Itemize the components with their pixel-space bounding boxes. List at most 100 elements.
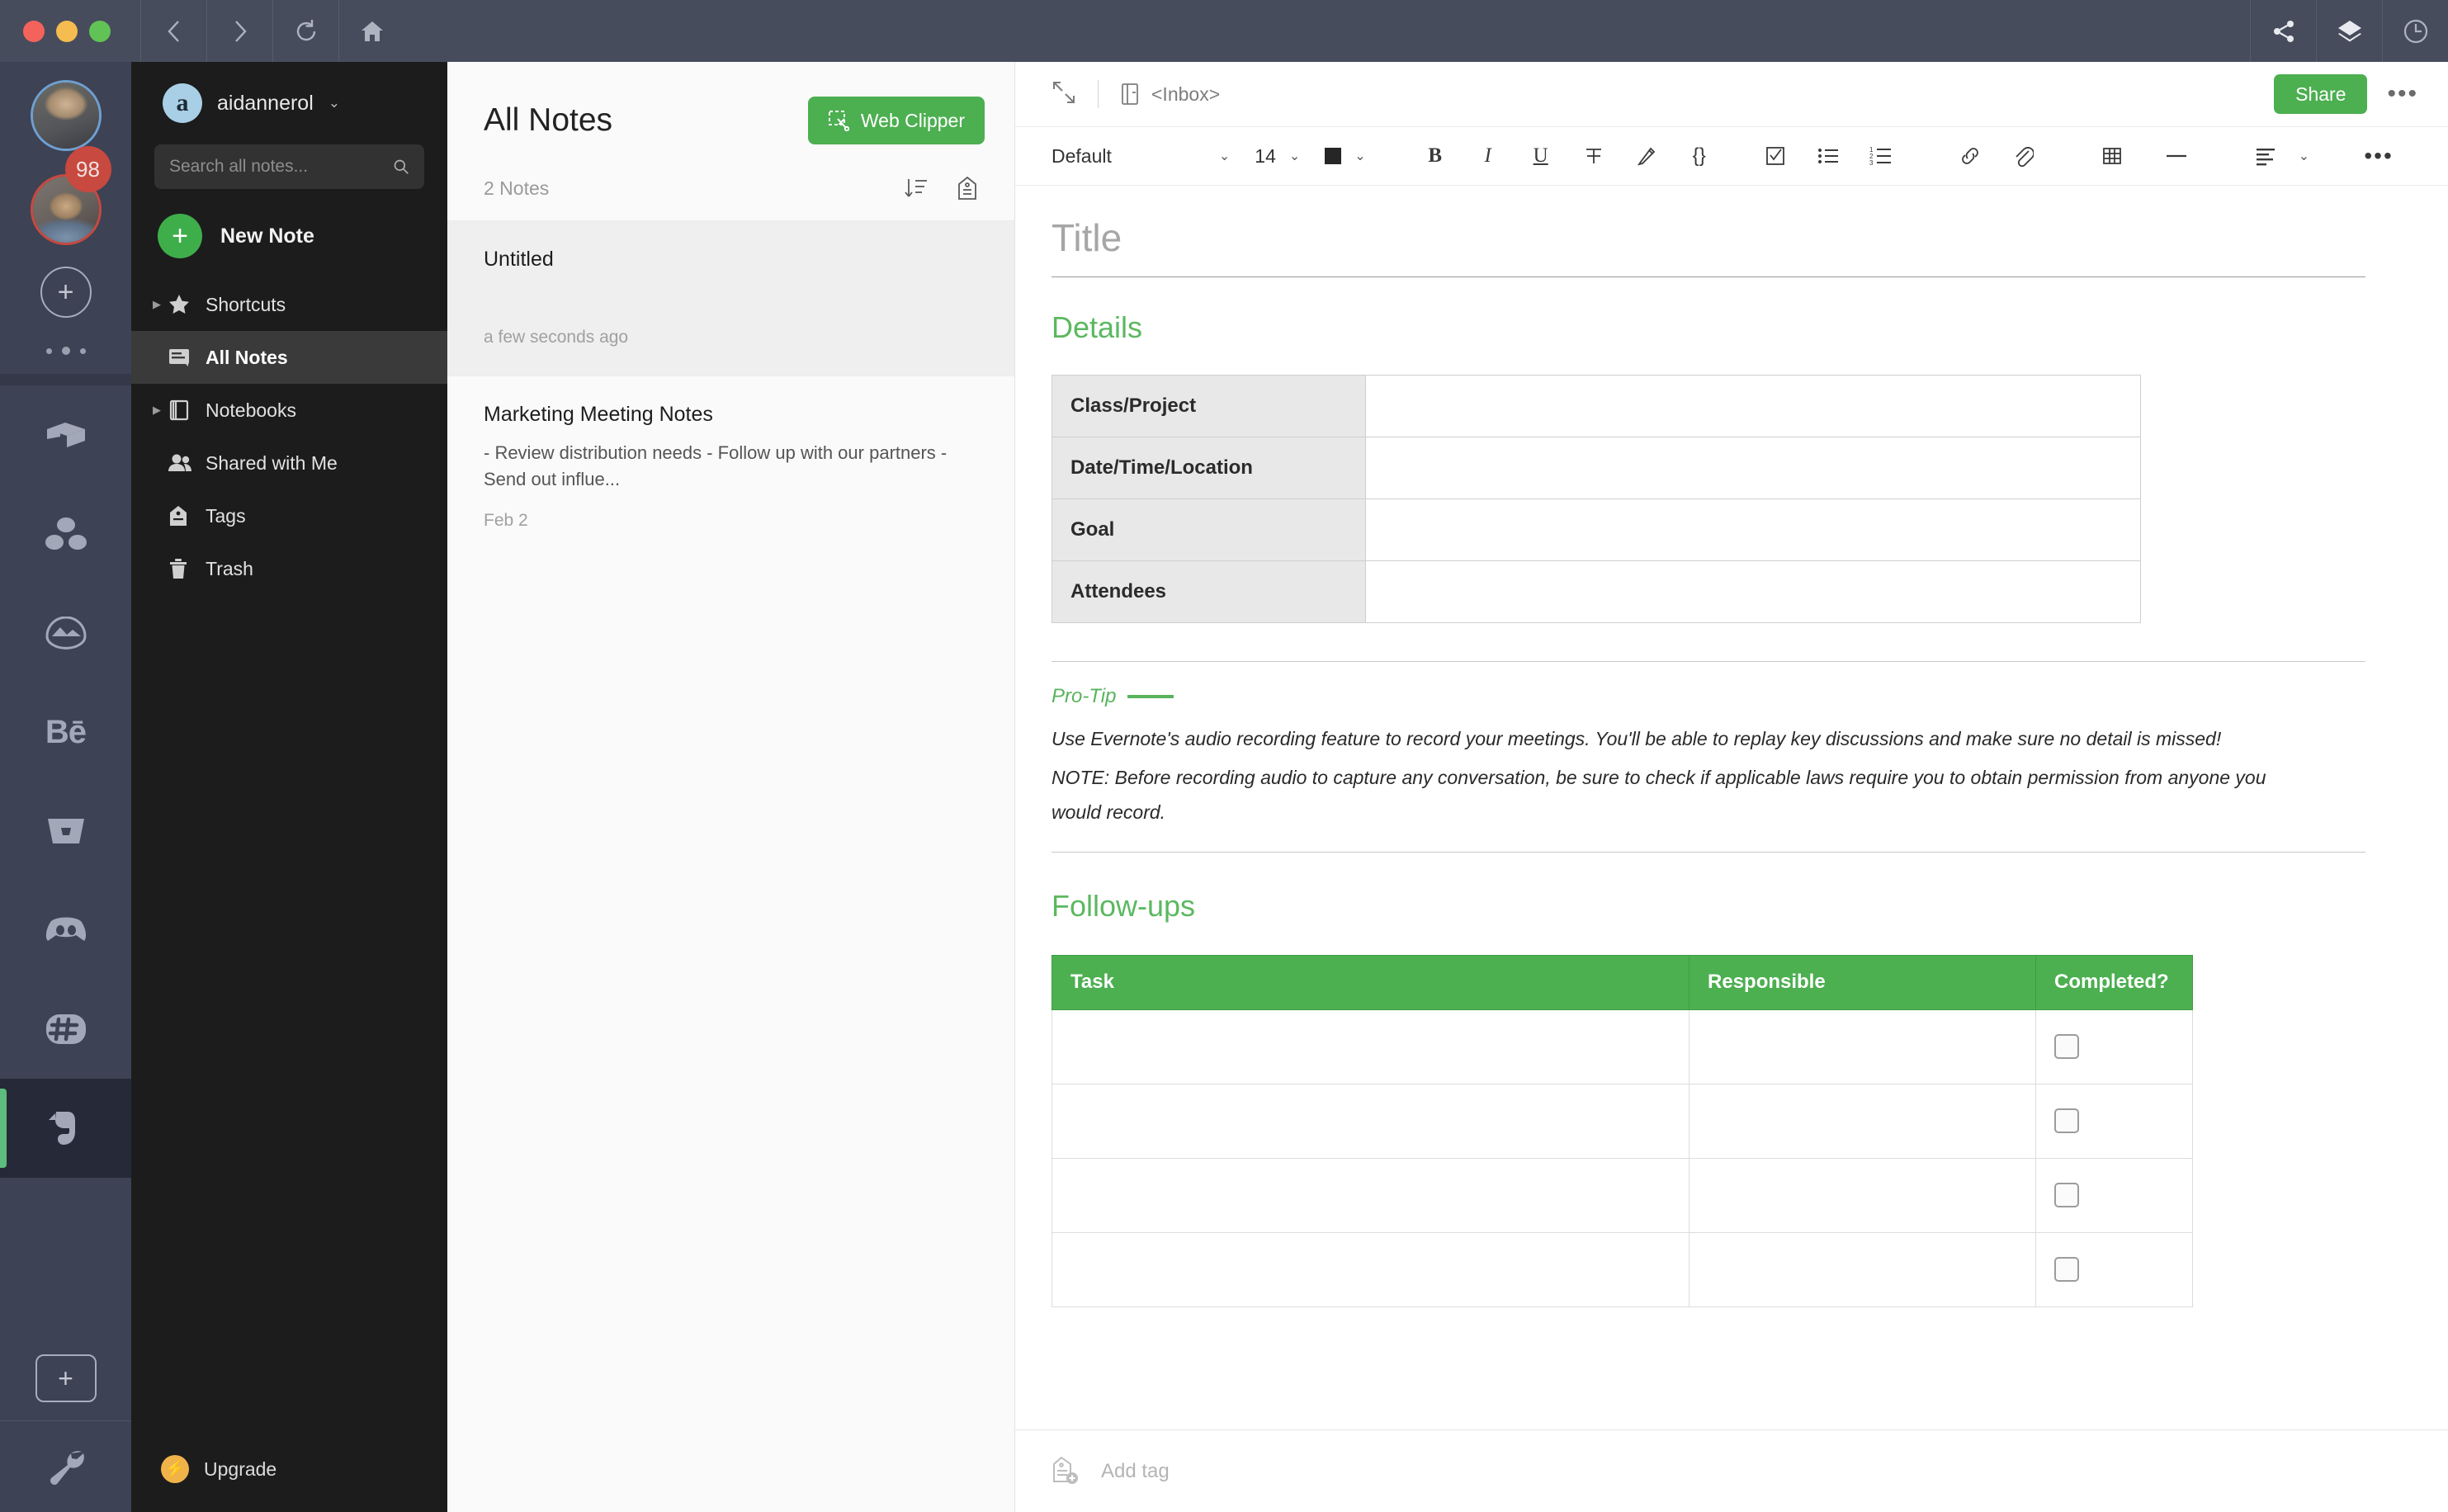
account-switcher[interactable]: a aidannerol ⌄: [131, 62, 447, 123]
sidebar-item-shared-with-me[interactable]: Shared with Me: [131, 437, 447, 489]
web-clipper-button[interactable]: Web Clipper: [807, 97, 985, 144]
bulleted-list-button[interactable]: [1808, 136, 1848, 176]
alignment-chevron-down-icon[interactable]: ⌄: [2299, 148, 2309, 164]
font-size-selector[interactable]: 14: [1255, 145, 1276, 168]
highlight-button[interactable]: [1627, 136, 1666, 176]
note-title-input[interactable]: Title: [1052, 215, 2365, 260]
completed-cell[interactable]: [2035, 1231, 2193, 1307]
checklist-button[interactable]: [1756, 136, 1795, 176]
close-window-button[interactable]: [23, 20, 45, 42]
note-title-row[interactable]: Title: [1052, 186, 2365, 277]
completed-cell[interactable]: [2035, 1157, 2193, 1233]
rail-app-behance[interactable]: Bē: [0, 683, 131, 782]
text-color-chevron-down-icon[interactable]: ⌄: [1354, 148, 1365, 164]
table-button[interactable]: [2092, 136, 2132, 176]
table-row: [1052, 1083, 2193, 1159]
expand-editor-button[interactable]: [1052, 80, 1076, 109]
more-profiles-dots[interactable]: [45, 343, 86, 359]
completed-checkbox[interactable]: [2054, 1257, 2079, 1283]
note-more-options-button[interactable]: •••: [2387, 82, 2418, 106]
link-button[interactable]: [1950, 136, 1990, 176]
chevron-down-icon: ⌄: [328, 95, 341, 111]
upgrade-label: Upgrade: [204, 1458, 277, 1480]
task-cell[interactable]: [1052, 1009, 1689, 1084]
details-value[interactable]: [1365, 560, 2141, 623]
notebook-selector[interactable]: <Inbox>: [1120, 83, 1220, 106]
completed-checkbox[interactable]: [2054, 1108, 2079, 1134]
rail-app-asana[interactable]: [0, 484, 131, 584]
font-size-chevron-down-icon[interactable]: ⌄: [1289, 148, 1300, 164]
list-item[interactable]: Untitled a few seconds ago: [447, 220, 1014, 376]
rail-app-basecamp[interactable]: [0, 782, 131, 881]
sidebar-item-tags[interactable]: Tags: [131, 489, 447, 542]
task-cell[interactable]: [1052, 1083, 1689, 1159]
trash-icon: [168, 557, 206, 580]
rail-app-dropbox[interactable]: [0, 385, 131, 484]
strikethrough-button[interactable]: [1574, 136, 1614, 176]
rail-app-slack[interactable]: [0, 980, 131, 1079]
details-value[interactable]: [1365, 437, 2141, 499]
add-tag-icon[interactable]: [1052, 1455, 1083, 1488]
sidebar-item-all-notes[interactable]: All Notes: [131, 331, 447, 384]
forward-button[interactable]: [207, 0, 272, 62]
horizontal-rule-button[interactable]: [2157, 136, 2196, 176]
details-value[interactable]: [1365, 375, 2141, 437]
responsible-cell[interactable]: [1689, 1157, 2036, 1233]
home-button[interactable]: [339, 0, 404, 62]
sort-descending-icon[interactable]: [904, 176, 929, 201]
add-profile-button[interactable]: +: [40, 267, 92, 318]
completed-checkbox[interactable]: [2054, 1034, 2079, 1060]
rail-app-evernote[interactable]: [0, 1079, 131, 1178]
add-tag-input[interactable]: [1101, 1459, 1431, 1483]
attachment-button[interactable]: [2003, 136, 2043, 176]
stack-button[interactable]: [2317, 0, 2382, 62]
settings-button[interactable]: [0, 1421, 131, 1512]
sidebar-item-trash[interactable]: Trash: [131, 542, 447, 595]
back-button[interactable]: [141, 0, 206, 62]
search-input[interactable]: [169, 157, 393, 177]
task-cell[interactable]: [1052, 1231, 1689, 1307]
details-value[interactable]: [1365, 498, 2141, 561]
new-note-button[interactable]: + New Note: [131, 189, 447, 258]
sidebar-item-shortcuts[interactable]: ▶ Shortcuts: [131, 278, 447, 331]
rail-app-discord[interactable]: [0, 881, 131, 980]
table-row: [1052, 1231, 2193, 1307]
sidebar-item-notebooks[interactable]: ▶ Notebooks: [131, 384, 447, 437]
completed-cell[interactable]: [2035, 1009, 2193, 1084]
note-content-area[interactable]: Title Details Class/Project Date/Time/Lo…: [1015, 186, 2448, 1429]
tag-filter-icon[interactable]: [957, 176, 978, 201]
completed-cell[interactable]: [2035, 1083, 2193, 1159]
numbered-list-button[interactable]: 1 2 3: [1861, 136, 1901, 176]
font-family-chevron-down-icon[interactable]: ⌄: [1219, 148, 1230, 164]
account-avatar: a: [163, 83, 202, 123]
share-window-button[interactable]: [2251, 0, 2316, 62]
completed-checkbox[interactable]: [2054, 1183, 2079, 1208]
bold-button[interactable]: B: [1415, 136, 1455, 176]
share-button[interactable]: Share: [2274, 74, 2368, 114]
profile-avatar-1[interactable]: [30, 80, 102, 151]
code-block-button[interactable]: {}: [1680, 136, 1719, 176]
more-formatting-button[interactable]: •••: [2359, 136, 2398, 176]
history-button[interactable]: [2383, 0, 2448, 62]
responsible-cell[interactable]: [1689, 1083, 2036, 1159]
font-family-selector[interactable]: Default: [1052, 145, 1112, 168]
rail-app-icloud[interactable]: [0, 584, 131, 683]
underline-button[interactable]: U: [1521, 136, 1561, 176]
task-cell[interactable]: [1052, 1157, 1689, 1233]
responsible-cell[interactable]: [1689, 1009, 2036, 1084]
add-app-button[interactable]: +: [35, 1354, 97, 1402]
table-row: [1052, 1157, 2193, 1233]
maximize-window-button[interactable]: [89, 20, 111, 42]
text-color-swatch[interactable]: [1325, 148, 1342, 164]
reload-button[interactable]: [273, 0, 338, 62]
clipper-icon: [828, 111, 849, 131]
list-item[interactable]: Marketing Meeting Notes - Review distrib…: [447, 376, 1014, 559]
italic-button[interactable]: I: [1468, 136, 1508, 176]
responsible-cell[interactable]: [1689, 1231, 2036, 1307]
alignment-button[interactable]: [2246, 136, 2285, 176]
search-box[interactable]: [154, 144, 424, 189]
minimize-window-button[interactable]: [56, 20, 78, 42]
rail-divider: [0, 374, 131, 385]
upgrade-button[interactable]: ⚡ Upgrade: [131, 1426, 447, 1512]
svg-text:3: 3: [1869, 159, 1874, 167]
